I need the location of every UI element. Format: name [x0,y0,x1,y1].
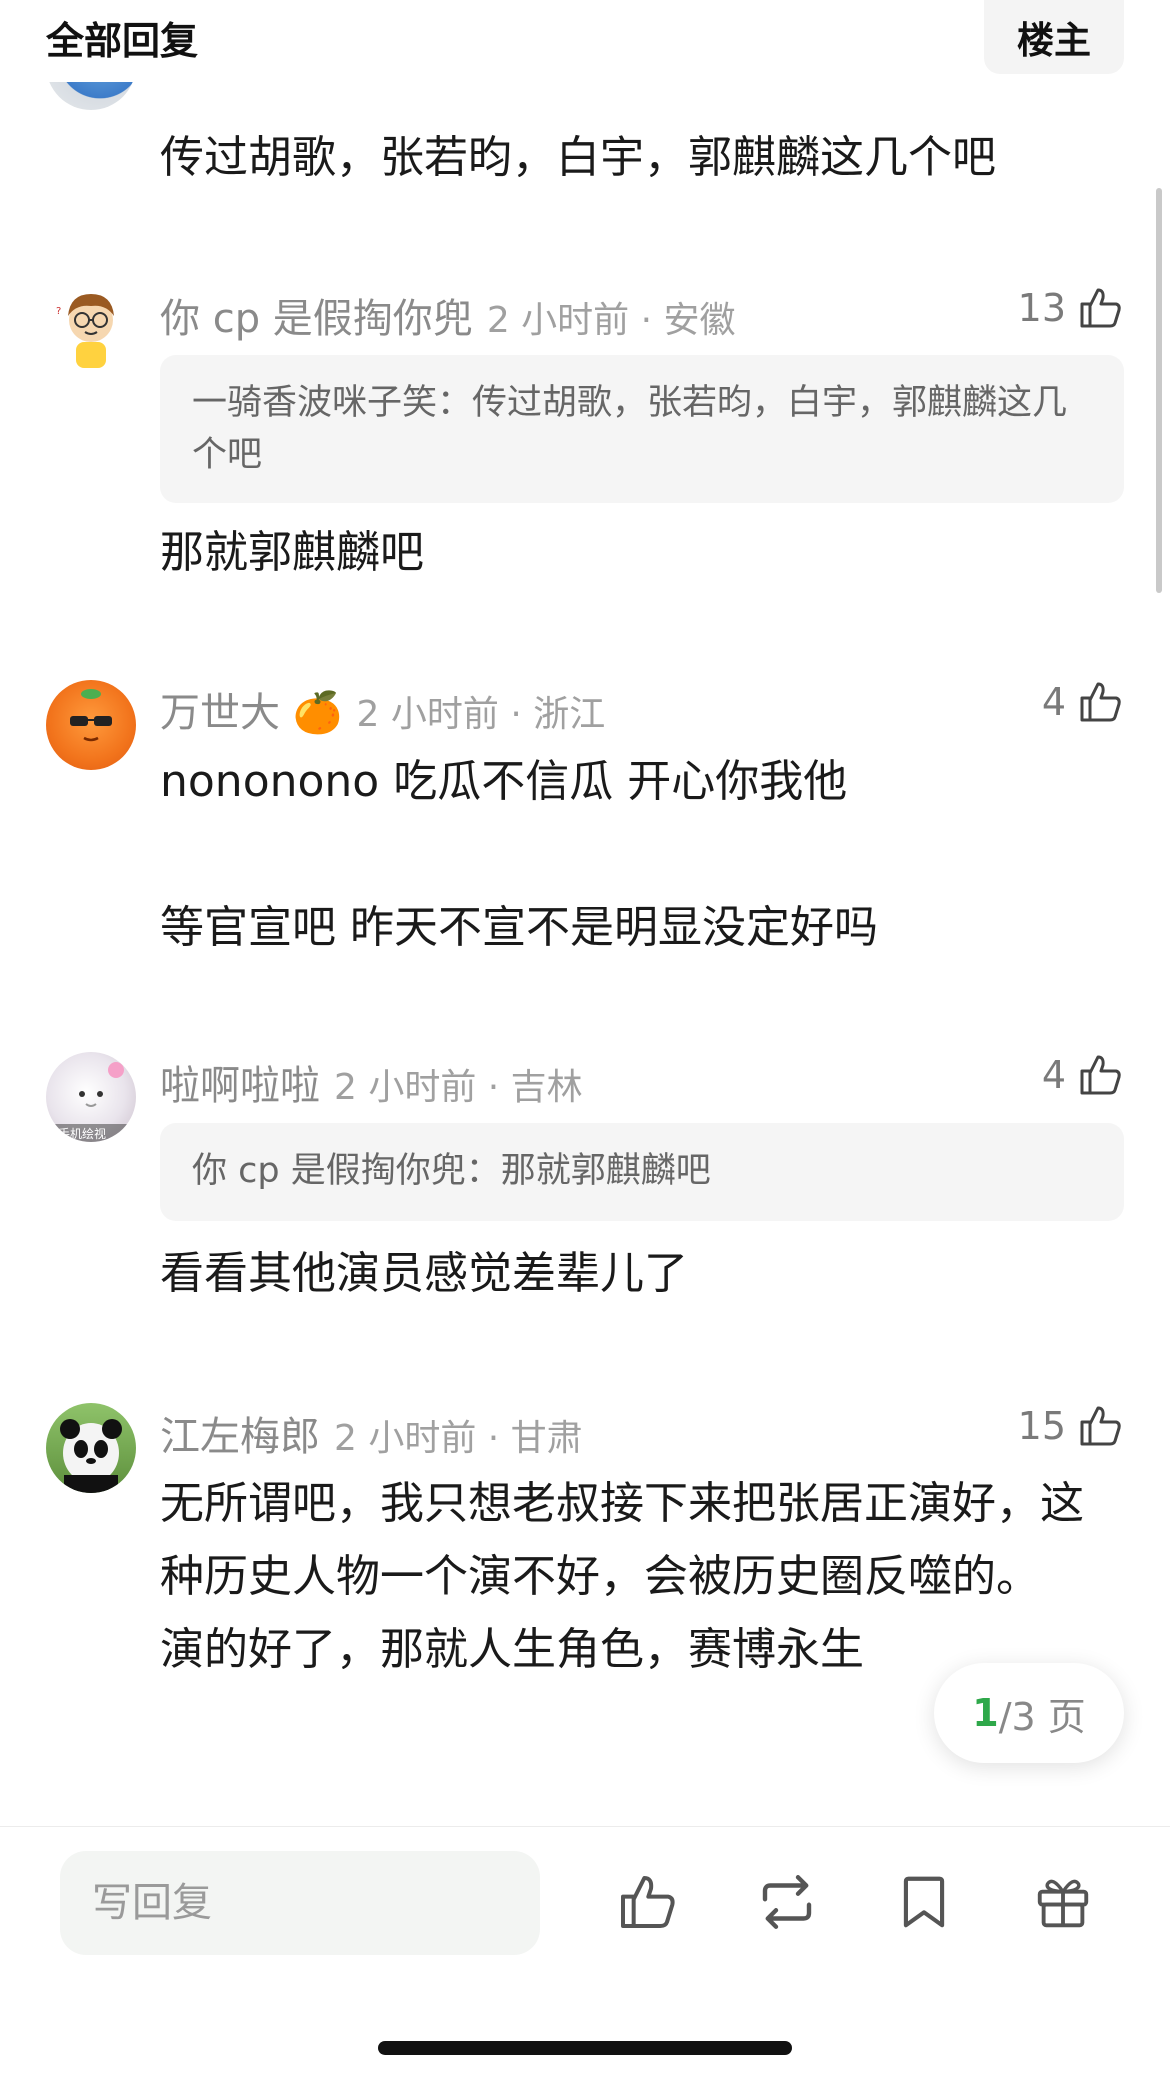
reply-input[interactable] [60,1851,540,1955]
page-indicator[interactable]: 1/3 页 [934,1663,1124,1763]
svg-text:?: ? [56,306,61,317]
avatar[interactable] [46,680,136,770]
orange-emoji-icon: 🍊 [292,690,343,736]
thumbs-up-icon [1080,288,1121,328]
bookmark-icon [903,1876,945,1928]
panda-avatar-icon [60,1419,122,1493]
username[interactable]: 你 cp 是假掏你兜 [160,296,473,342]
like-count: 4 [1041,680,1066,724]
comment-meta: 江左梅郎 2 小时前 · 甘肃 [160,1404,583,1462]
username[interactable]: 江左梅郎 [160,1414,320,1460]
thumbs-up-icon [1080,1406,1121,1446]
gift-button[interactable] [1028,1867,1098,1937]
comment-body: 那就郭麒麟吧 [160,527,424,578]
bookmark-button[interactable] [889,1867,959,1937]
like-post-button[interactable] [612,1867,682,1937]
like-count: 4 [1041,1053,1066,1097]
quoted-reply[interactable]: 一骑香波咪子笑：传过胡歌，张若昀，白宇，郭麒麟这几个吧 [160,355,1124,503]
like-button[interactable]: 13 [1018,284,1124,332]
quoted-username: 一骑香波咪子笑： [192,383,473,423]
comment-meta: 万世大 🍊 2 小时前 · 浙江 [160,680,605,738]
comment-body: nononono 吃瓜不信瓜 开心你我他 等官宣吧 昨天不宣不是明显没定好吗 [160,756,878,953]
like-count: 13 [1017,286,1066,330]
comment-body: 看看其他演员感觉差辈儿了 [160,1248,688,1299]
avatar[interactable] [46,1403,136,1493]
cat-avatar-icon: 手机绘视 [46,1062,136,1142]
current-page: 1 [972,1691,999,1735]
quoted-username: 你 cp 是假掏你兜： [192,1151,501,1191]
avatar-badge-text: 手机绘视 [58,1126,106,1141]
like-button[interactable]: 4 [1042,1051,1124,1099]
thumbs-up-icon [621,1876,675,1928]
comment-meta: 你 cp 是假掏你兜 2 小时前 · 安徽 [160,286,736,344]
timestamp-location: 2 小时前 · 安徽 [486,300,736,341]
page-total: /3 页 [998,1694,1086,1739]
quoted-text: 那就郭麒麟吧 [500,1151,711,1191]
username[interactable]: 啦啊啦啦 [160,1063,320,1109]
bottom-action-bar [0,1826,1170,2075]
page-title: 全部回复 [46,19,199,63]
orange-character-avatar-icon [70,689,112,742]
quoted-reply[interactable]: 你 cp 是假掏你兜：那就郭麒麟吧 [160,1123,1124,1221]
like-button[interactable]: 4 [1042,678,1124,726]
avatar[interactable]: 手机绘视 [46,1052,136,1142]
thumbs-up-icon [1080,1055,1121,1095]
header: 全部回复 楼主 [0,0,1170,82]
op-only-button[interactable]: 楼主 [984,0,1124,74]
like-count: 15 [1017,1404,1066,1448]
repost-icon [762,1875,812,1929]
repost-button[interactable] [752,1867,822,1937]
timestamp-location: 2 小时前 · 吉林 [334,1067,583,1108]
username[interactable]: 万世大 [160,690,280,736]
comment-body: 无所谓吧，我只想老叔接下来把张居正演好，这种历史人物一个演不好，会被历史圈反噬的… [160,1478,1084,1675]
scrollbar[interactable] [1156,188,1162,593]
timestamp-location: 2 小时前 · 甘肃 [334,1418,583,1459]
like-button[interactable]: 15 [1018,1402,1124,1450]
comment-meta: 啦啊啦啦 2 小时前 · 吉林 [160,1053,583,1111]
timestamp-location: 2 小时前 · 浙江 [356,694,606,735]
home-indicator[interactable] [378,2041,792,2055]
thumbs-up-icon [1080,682,1121,722]
cartoon-boy-avatar-icon: ? [56,294,114,368]
comment-body: 传过胡歌，张若昀，白宇，郭麒麟这几个吧 [160,132,996,183]
avatar[interactable]: ? [46,282,136,372]
gift-icon [1037,1879,1089,1928]
